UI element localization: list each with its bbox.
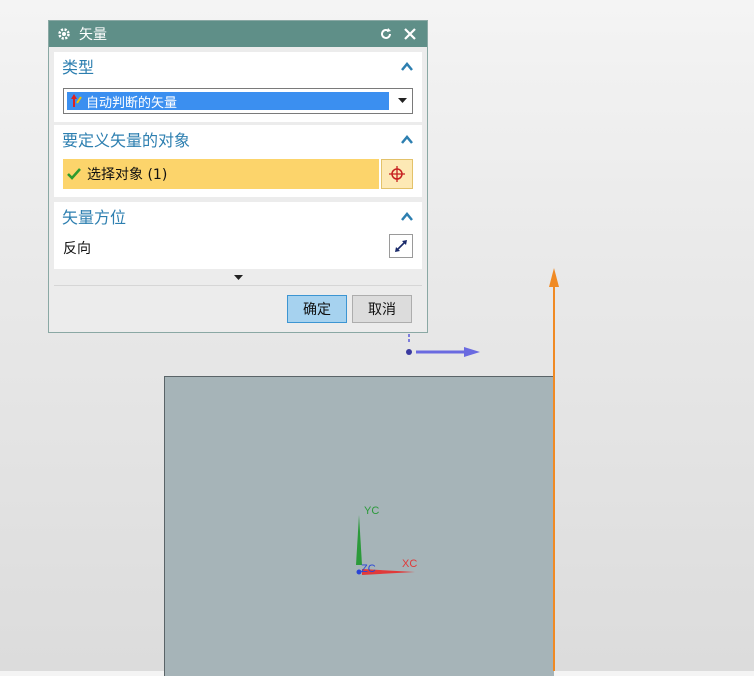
type-group: 类型 自动判断的矢量 bbox=[54, 52, 422, 122]
check-icon bbox=[67, 168, 81, 180]
vector-type-value: 自动判断的矢量 bbox=[86, 95, 178, 111]
crosshair-icon[interactable] bbox=[381, 159, 413, 189]
gear-icon[interactable] bbox=[57, 27, 71, 41]
x-axis-label: XC bbox=[402, 558, 417, 570]
ok-button[interactable]: 确定 bbox=[287, 295, 347, 323]
dialog-titlebar[interactable]: 矢量 bbox=[49, 21, 427, 47]
select-object-label: 选择对象 (1) bbox=[87, 167, 168, 183]
z-axis-label: ZC bbox=[361, 563, 376, 575]
vector-type-icon bbox=[71, 94, 82, 107]
blue-arrow-head bbox=[464, 347, 480, 357]
cancel-button[interactable]: 取消 bbox=[352, 295, 412, 323]
orientation-group: 矢量方位 反向 bbox=[54, 202, 422, 269]
chevron-up-icon[interactable] bbox=[400, 210, 414, 222]
reverse-label: 反向 bbox=[63, 241, 91, 257]
dialog-title: 矢量 bbox=[79, 27, 107, 43]
reverse-direction-icon[interactable] bbox=[389, 234, 413, 258]
origin-point bbox=[406, 349, 412, 355]
dropdown-arrow-icon[interactable] bbox=[398, 98, 407, 104]
close-icon[interactable] bbox=[401, 25, 419, 43]
vector-arrow-head bbox=[549, 268, 559, 287]
chevron-up-icon[interactable] bbox=[400, 60, 414, 72]
object-group-heading: 要定义矢量的对象 bbox=[62, 131, 191, 150]
orientation-group-heading: 矢量方位 bbox=[62, 208, 127, 227]
reset-icon[interactable] bbox=[377, 25, 395, 43]
more-options-bar[interactable] bbox=[54, 271, 422, 286]
type-group-heading: 类型 bbox=[62, 58, 95, 77]
more-options-icon[interactable] bbox=[234, 275, 243, 281]
object-group: 要定义矢量的对象 选择对象 (1) bbox=[54, 125, 422, 197]
vector-type-select[interactable]: 自动判断的矢量 bbox=[63, 88, 413, 114]
y-axis-arrow bbox=[356, 515, 362, 565]
select-object-row[interactable]: 选择对象 (1) bbox=[63, 159, 379, 189]
vector-dialog: 矢量 类型 自动判断的矢量 要定义矢量的对象 选择对象 (1) 矢量方位 反向 … bbox=[48, 20, 428, 333]
y-axis-label: YC bbox=[364, 505, 379, 517]
chevron-up-icon[interactable] bbox=[400, 133, 414, 145]
